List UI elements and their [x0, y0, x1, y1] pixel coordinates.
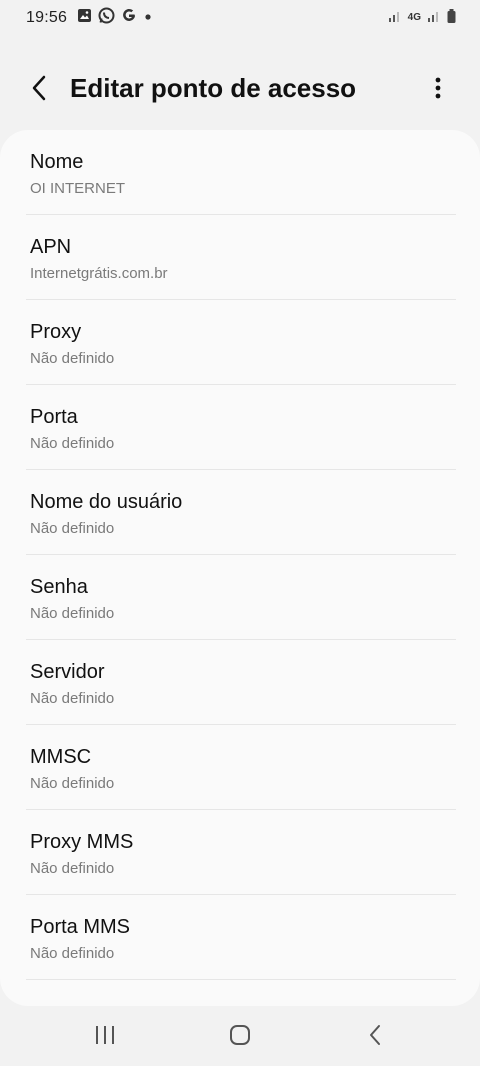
setting-value: Não definido — [30, 350, 115, 367]
signal-icon — [388, 9, 402, 27]
setting-label: Porta MMS — [30, 916, 131, 938]
google-icon — [121, 8, 137, 29]
setting-row-proxy[interactable]: Proxy Não definido — [26, 300, 456, 385]
setting-row-senha[interactable]: Senha Não definido — [26, 555, 456, 640]
dot-icon — [143, 9, 153, 27]
recents-button[interactable] — [90, 1022, 120, 1052]
setting-label: Nome do usuário — [30, 491, 183, 513]
setting-value: Não definido — [30, 945, 115, 962]
recents-icon — [94, 1025, 116, 1050]
page-title: Editar ponto de acesso — [70, 73, 357, 103]
setting-value: Não definido — [30, 605, 115, 622]
status-right: 4G — [388, 8, 456, 28]
setting-label: Porta — [30, 406, 78, 428]
nav-back-button[interactable] — [360, 1022, 390, 1052]
signal-icon — [427, 9, 441, 27]
setting-value: Não definido — [30, 435, 115, 452]
back-icon — [368, 1024, 382, 1051]
setting-row-porta-mms[interactable]: Porta MMS Não definido — [26, 895, 456, 980]
setting-row-mmsc[interactable]: MMSC Não definido — [26, 725, 456, 810]
setting-row-apn[interactable]: APN Internetgrátis.com.br — [26, 215, 456, 300]
home-icon — [229, 1024, 251, 1051]
setting-value: Não definido — [30, 775, 115, 792]
setting-row-servidor[interactable]: Servidor Não definido — [26, 640, 456, 725]
settings-card: Nome OI INTERNET APN Internetgrátis.com.… — [0, 130, 480, 1006]
setting-value: Não definido — [30, 860, 115, 877]
battery-icon — [447, 8, 456, 28]
setting-label: MMSC — [30, 746, 92, 768]
setting-value: Não definido — [30, 520, 115, 537]
status-bar: 19:56 4G — [0, 0, 480, 36]
setting-row-nome[interactable]: Nome OI INTERNET — [26, 130, 456, 215]
more-vert-icon — [434, 76, 442, 105]
status-time: 19:56 — [26, 9, 68, 26]
whatsapp-icon — [98, 7, 115, 29]
home-button[interactable] — [225, 1022, 255, 1052]
more-options-button[interactable] — [420, 72, 456, 108]
setting-label: Servidor — [30, 661, 105, 683]
setting-row-porta[interactable]: Porta Não definido — [26, 385, 456, 470]
back-button[interactable] — [22, 72, 58, 108]
setting-value: Não definido — [30, 690, 115, 707]
setting-label: Proxy MMS — [30, 831, 134, 853]
setting-row-proxy-mms[interactable]: Proxy MMS Não definido — [26, 810, 456, 895]
setting-label: Nome — [30, 151, 84, 173]
setting-label: Senha — [30, 576, 88, 598]
gallery-icon — [77, 8, 92, 28]
setting-value: OI INTERNET — [30, 180, 126, 197]
back-arrow-icon — [30, 75, 50, 106]
navigation-bar — [0, 1006, 480, 1066]
setting-value: Internetgrátis.com.br — [30, 265, 168, 282]
network-type: 4G — [407, 12, 421, 23]
status-left: 19:56 — [26, 7, 153, 29]
setting-label: Proxy — [30, 321, 82, 343]
setting-label: APN — [30, 236, 72, 258]
app-bar: Editar ponto de acesso — [0, 58, 480, 124]
setting-row-nome-do-usuario[interactable]: Nome do usuário Não definido — [26, 470, 456, 555]
